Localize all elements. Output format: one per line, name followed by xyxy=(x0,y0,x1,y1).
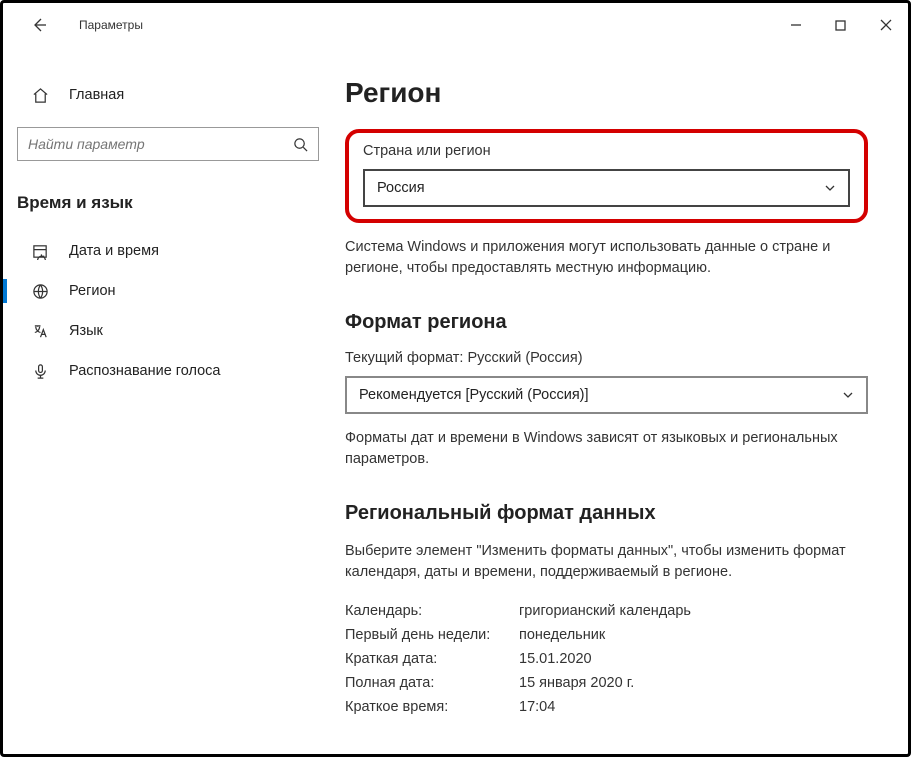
sidebar: Главная Время и язык Дата и время Ре xyxy=(3,47,333,754)
row-val: 17:04 xyxy=(519,699,555,715)
table-row: Полная дата: 15 января 2020 г. xyxy=(345,671,868,695)
app-title: Параметры xyxy=(79,18,143,32)
calendar-clock-icon xyxy=(29,243,51,260)
regional-data-table: Календарь: григорианский календарь Первы… xyxy=(345,599,868,719)
sidebar-item-datetime[interactable]: Дата и время xyxy=(17,231,319,271)
row-val: 15 января 2020 г. xyxy=(519,675,634,691)
language-icon xyxy=(29,323,51,340)
sidebar-item-language[interactable]: Язык xyxy=(17,311,319,351)
minimize-icon xyxy=(790,19,802,31)
row-key: Полная дата: xyxy=(345,675,519,691)
sidebar-home[interactable]: Главная xyxy=(17,75,319,115)
row-key: Первый день недели: xyxy=(345,627,519,643)
search-box[interactable] xyxy=(17,127,319,161)
table-row: Краткая дата: 15.01.2020 xyxy=(345,647,868,671)
row-val: 15.01.2020 xyxy=(519,651,592,667)
chevron-down-icon xyxy=(842,389,854,401)
sidebar-item-label: Дата и время xyxy=(69,243,159,259)
home-icon xyxy=(29,87,51,104)
main-content: Регион Страна или регион Россия Система … xyxy=(333,47,908,754)
sidebar-item-label: Регион xyxy=(69,283,116,299)
sidebar-section-heading: Время и язык xyxy=(17,185,319,231)
maximize-button[interactable] xyxy=(818,10,863,40)
arrow-left-icon xyxy=(31,17,47,33)
country-highlight: Страна или регион Россия xyxy=(345,129,868,223)
back-button[interactable] xyxy=(19,5,59,45)
search-icon xyxy=(293,137,308,152)
row-val: григорианский календарь xyxy=(519,603,691,619)
country-label: Страна или регион xyxy=(363,143,850,159)
page-title: Регион xyxy=(345,77,868,109)
table-row: Календарь: григорианский календарь xyxy=(345,599,868,623)
country-help-text: Система Windows и приложения могут испол… xyxy=(345,237,868,279)
format-help-text: Форматы дат и времени в Windows зависят … xyxy=(345,428,868,470)
close-icon xyxy=(880,19,892,31)
sidebar-item-label: Язык xyxy=(69,323,103,339)
search-input[interactable] xyxy=(28,136,293,152)
table-row: Первый день недели: понедельник xyxy=(345,623,868,647)
maximize-icon xyxy=(835,20,846,31)
regional-data-title: Региональный формат данных xyxy=(345,502,868,525)
row-key: Краткая дата: xyxy=(345,651,519,667)
table-row: Краткое время: 17:04 xyxy=(345,695,868,719)
chevron-down-icon xyxy=(824,182,836,194)
minimize-button[interactable] xyxy=(773,10,818,40)
titlebar: Параметры xyxy=(3,3,908,47)
format-dropdown-value: Рекомендуется [Русский (Россия)] xyxy=(359,387,842,403)
globe-icon xyxy=(29,283,51,300)
country-dropdown-value: Россия xyxy=(377,180,824,196)
regional-data-help: Выберите элемент "Изменить форматы данны… xyxy=(345,541,868,583)
country-dropdown[interactable]: Россия xyxy=(363,169,850,207)
sidebar-item-label: Распознавание голоса xyxy=(69,363,221,379)
sidebar-item-region[interactable]: Регион xyxy=(17,271,319,311)
row-val: понедельник xyxy=(519,627,605,643)
sidebar-item-speech[interactable]: Распознавание голоса xyxy=(17,351,319,391)
sidebar-home-label: Главная xyxy=(69,87,124,103)
current-format-label: Текущий формат: Русский (Россия) xyxy=(345,350,868,366)
format-dropdown[interactable]: Рекомендуется [Русский (Россия)] xyxy=(345,376,868,414)
region-format-title: Формат региона xyxy=(345,311,868,334)
row-key: Краткое время: xyxy=(345,699,519,715)
close-button[interactable] xyxy=(863,10,908,40)
microphone-icon xyxy=(29,363,51,380)
row-key: Календарь: xyxy=(345,603,519,619)
